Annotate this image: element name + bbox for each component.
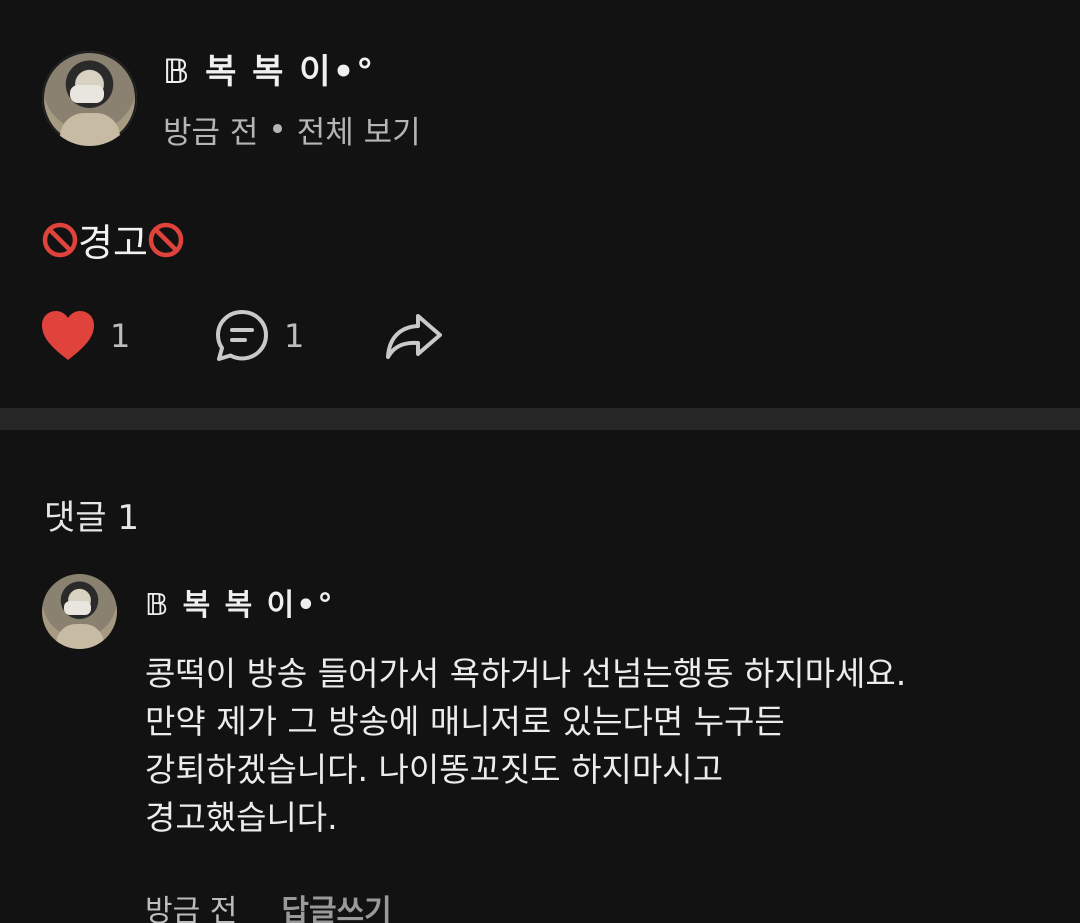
separator-dot: • xyxy=(268,111,287,148)
comment-author-name[interactable]: 𝔹 복 복 이•° xyxy=(145,580,1045,624)
comment-count: 1 xyxy=(284,317,305,355)
post-body: 경고 xyxy=(42,212,184,267)
comments-heading: 댓글 1 xyxy=(44,498,139,538)
comment-line: 콩떡이 방송 들어가서 욕하거나 선넘는행동 하지마세요. xyxy=(145,654,907,693)
section-divider xyxy=(0,408,1080,430)
heart-icon[interactable] xyxy=(40,310,96,362)
post-body-text: 경고 xyxy=(78,221,148,265)
commenter-avatar[interactable] xyxy=(42,574,117,649)
comment-line: 강퇴하겠습니다. 나이똥꼬짓도 하지마시고 xyxy=(145,750,723,789)
post-page: 𝔹 복 복 이•° 방금 전 • 전체 보기 경고 1 1 댓글 1 𝔹 복 복… xyxy=(0,0,1080,923)
share-button[interactable] xyxy=(384,311,444,361)
like-button[interactable]: 1 xyxy=(40,310,214,362)
post-header: 𝔹 복 복 이•° 방금 전 • 전체 보기 xyxy=(42,44,421,152)
post-author-name[interactable]: 𝔹 복 복 이•° xyxy=(163,44,421,93)
share-arrow-icon[interactable] xyxy=(384,311,444,361)
post-actions: 1 1 xyxy=(40,308,444,364)
comment-bubble-icon[interactable] xyxy=(214,308,270,364)
comment-line: 경고했습니다. xyxy=(145,798,338,837)
comment-main: 𝔹 복 복 이•° 콩떡이 방송 들어가서 욕하거나 선넘는행동 하지마세요. … xyxy=(145,580,1045,923)
view-all-link[interactable]: 전체 보기 xyxy=(297,107,421,152)
reply-button[interactable]: 답글쓰기 xyxy=(281,886,391,923)
comment-line: 만약 제가 그 방송에 매니저로 있는다면 누구든 xyxy=(145,702,785,741)
post-time: 방금 전 xyxy=(163,115,259,151)
comment-footer: 방금 전 답글쓰기 xyxy=(145,886,1045,923)
comment-button[interactable]: 1 xyxy=(214,308,384,364)
post-subline: 방금 전 • 전체 보기 xyxy=(163,107,421,152)
no-entry-icon xyxy=(42,222,78,257)
comment-text: 콩떡이 방송 들어가서 욕하거나 선넘는행동 하지마세요. 만약 제가 그 방송… xyxy=(145,650,1045,842)
no-entry-icon xyxy=(148,222,184,257)
like-count: 1 xyxy=(110,317,131,355)
comment-time: 방금 전 xyxy=(145,894,238,923)
post-meta: 𝔹 복 복 이•° 방금 전 • 전체 보기 xyxy=(163,44,421,152)
author-avatar[interactable] xyxy=(42,50,137,146)
comment-item: 𝔹 복 복 이•° 콩떡이 방송 들어가서 욕하거나 선넘는행동 하지마세요. … xyxy=(42,574,1045,923)
